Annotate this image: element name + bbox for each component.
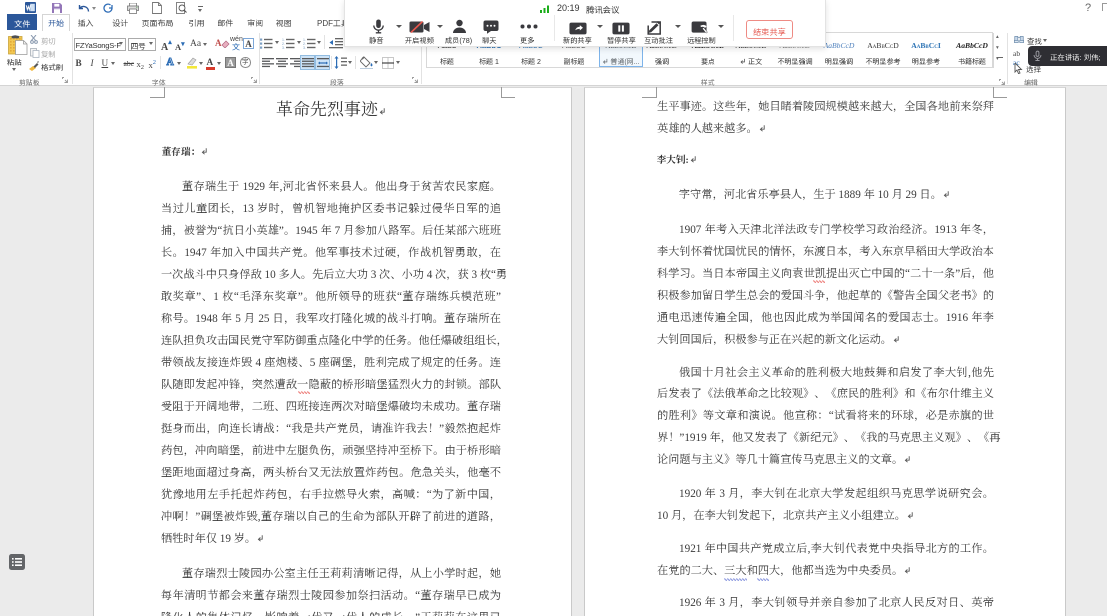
svg-text:3.: 3. xyxy=(282,46,285,49)
svg-text:3.: 3. xyxy=(303,46,306,49)
